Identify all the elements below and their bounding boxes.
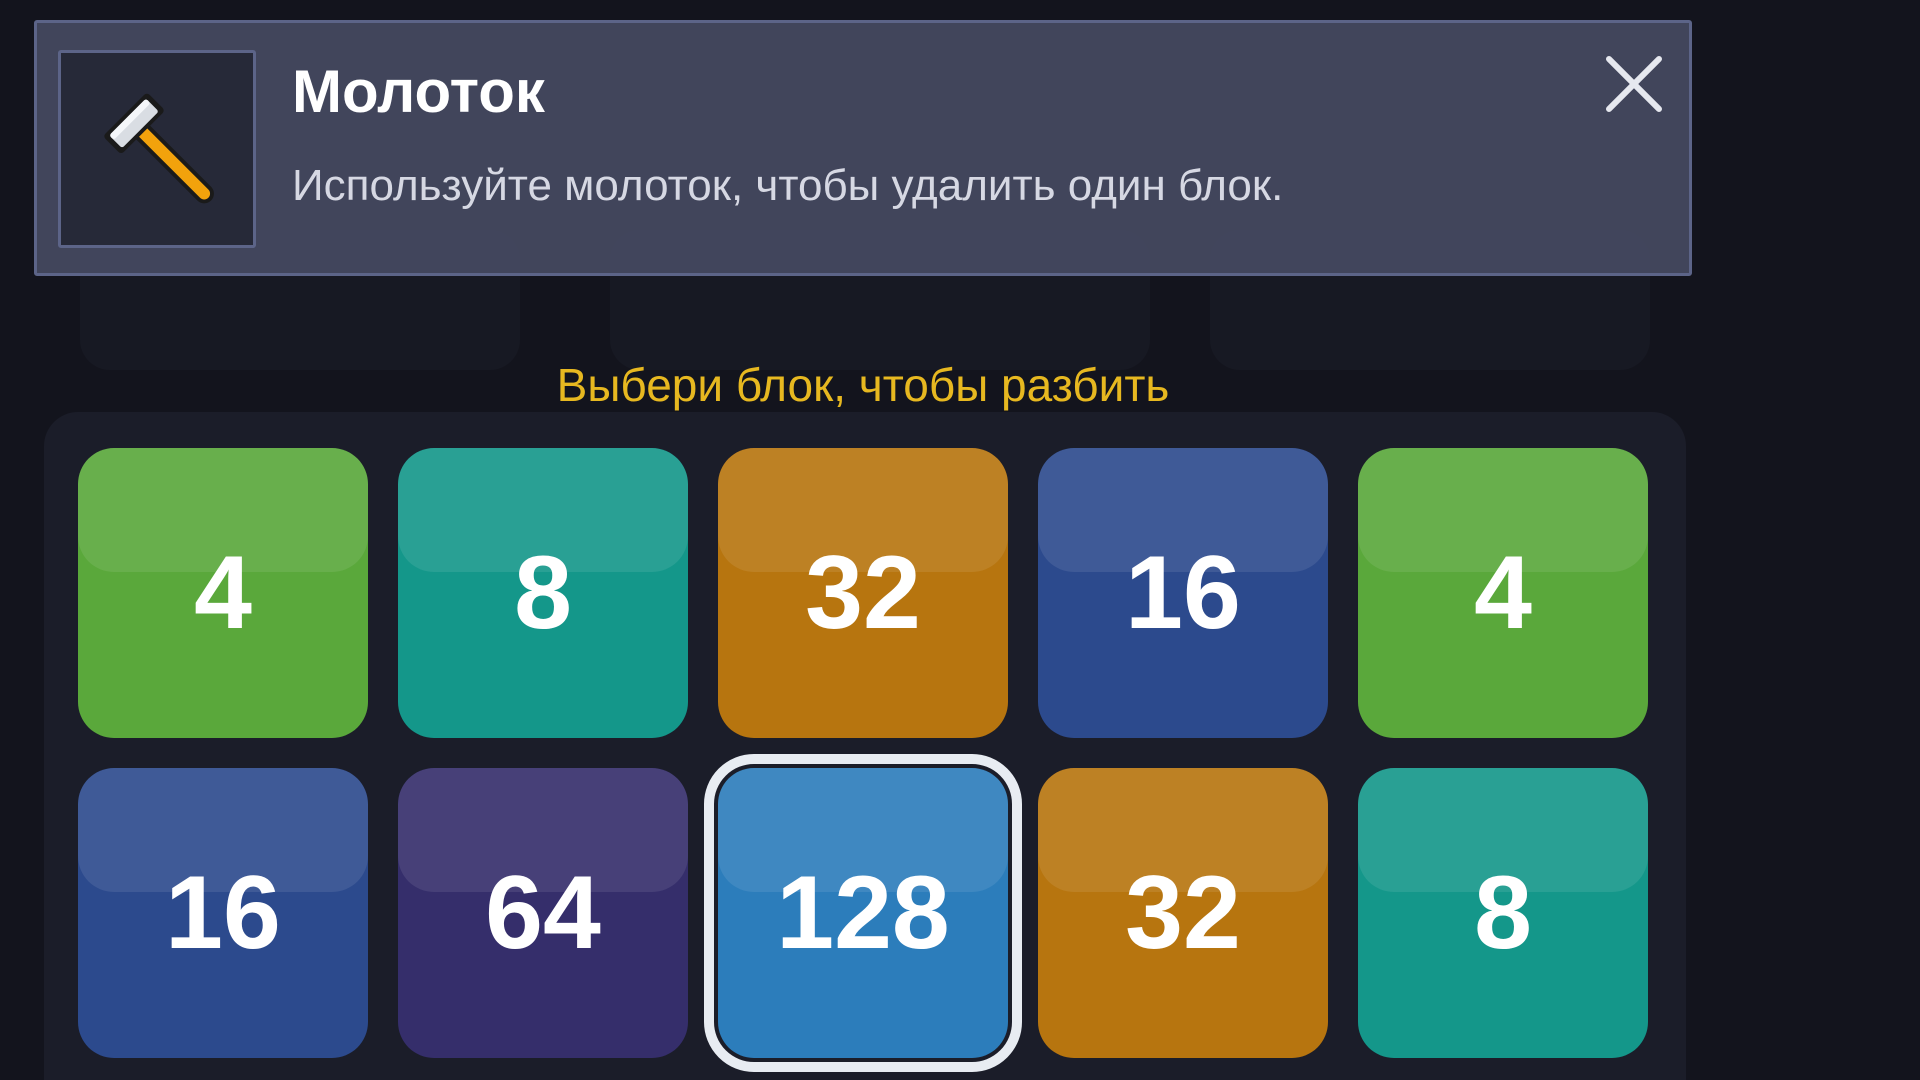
tooltip-title: Молоток <box>292 58 545 125</box>
hammer-tooltip: Молоток Используйте молоток, чтобы удали… <box>34 20 1692 276</box>
tile[interactable]: 8 <box>398 448 688 738</box>
tile[interactable]: 16 <box>1038 448 1328 738</box>
game-screen: Молоток Используйте молоток, чтобы удали… <box>0 0 1920 1080</box>
game-board: 4 8 32 16 4 16 64 128 32 8 <box>44 412 1686 1080</box>
hammer-icon <box>104 93 214 204</box>
close-icon <box>1606 56 1662 112</box>
tile[interactable]: 4 <box>78 448 368 738</box>
tooltip-icon-frame <box>58 50 256 248</box>
tile[interactable]: 32 <box>718 448 1008 738</box>
tile[interactable]: 8 <box>1358 768 1648 1058</box>
tile[interactable]: 32 <box>1038 768 1328 1058</box>
close-button[interactable] <box>1599 49 1669 119</box>
tile[interactable]: 16 <box>78 768 368 1058</box>
tile-selected[interactable]: 128 <box>704 754 1022 1072</box>
tile[interactable]: 64 <box>398 768 688 1058</box>
select-block-hint: Выбери блок, чтобы разбить <box>556 359 1170 411</box>
tooltip-description: Используйте молоток, чтобы удалить один … <box>292 161 1284 210</box>
tile[interactable]: 4 <box>1358 448 1648 738</box>
